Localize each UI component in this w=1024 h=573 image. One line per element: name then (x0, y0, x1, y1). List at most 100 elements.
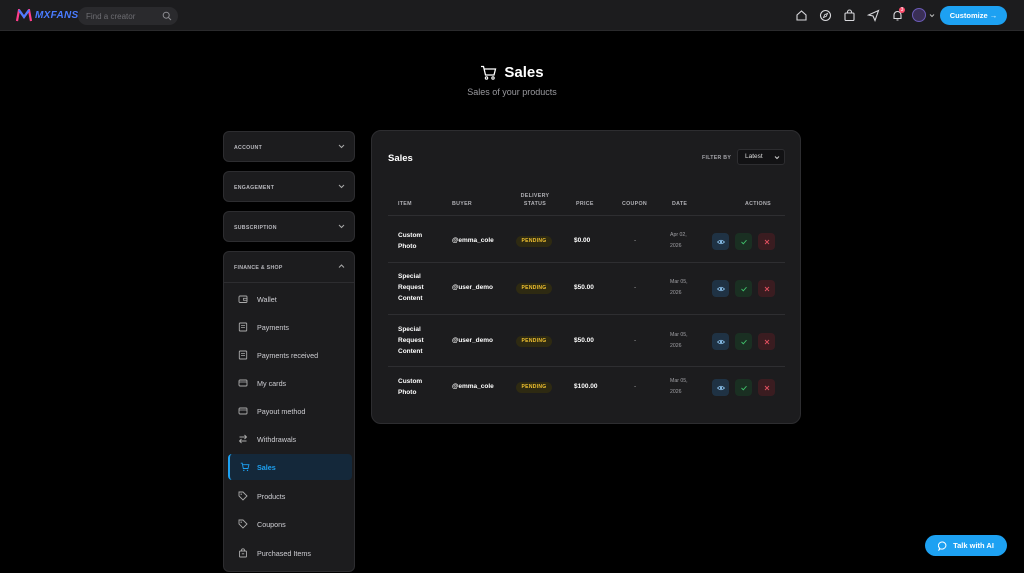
accordion-finance-shop: FINANCE & SHOP Wallet Payments Payments … (223, 251, 355, 572)
accordion-account[interactable]: ACCOUNT (223, 131, 355, 162)
column-header-line: DELIVERY (520, 193, 550, 199)
wallet-icon (238, 295, 248, 303)
card-icon (238, 407, 248, 415)
shop-bag-icon[interactable] (843, 9, 856, 22)
home-icon[interactable] (795, 9, 808, 22)
send-icon[interactable] (867, 9, 880, 22)
item-line: Special (398, 326, 421, 333)
date: Apr 02, 2026 (670, 230, 687, 252)
accordion-header[interactable]: FINANCE & SHOP (224, 252, 354, 283)
sidebar-item-payments[interactable]: Payments (228, 314, 352, 340)
buyer-handle[interactable]: @user_demo (452, 282, 493, 293)
table-row: Custom Photo @emma_cole PENDING $0.00 - A… (388, 218, 785, 266)
buyer-handle[interactable]: @emma_cole (452, 235, 494, 246)
avatar[interactable] (912, 8, 926, 22)
reject-button[interactable] (758, 379, 775, 396)
sidebar-item-withdrawals[interactable]: Withdrawals (228, 426, 352, 452)
compass-icon[interactable] (819, 9, 832, 22)
talk-with-ai-label: Talk with AI (953, 541, 994, 550)
sidebar-item-payout-method[interactable]: Payout method (228, 398, 352, 424)
approve-button[interactable] (735, 379, 752, 396)
sidebar-item-payments-received[interactable]: Payments received (228, 342, 352, 368)
accordion-label: ENGAGEMENT (234, 185, 275, 191)
filter-value: Latest (745, 153, 763, 160)
logo-m-icon (16, 9, 32, 22)
check-icon (740, 339, 747, 344)
item-line: Request (398, 284, 424, 291)
date-line: Apr 02, (670, 232, 687, 238)
bell-icon[interactable]: 3 (891, 7, 905, 22)
accordion-engagement[interactable]: ENGAGEMENT (223, 171, 355, 202)
tag-icon (238, 491, 248, 501)
date: Mar 05, 2026 (670, 277, 688, 299)
sidebar-item-wallet[interactable]: Wallet (228, 286, 352, 312)
sidebar-item-label: Payments received (257, 351, 319, 360)
reject-button[interactable] (758, 233, 775, 250)
date-line: Mar 05, (670, 279, 688, 285)
check-icon (740, 286, 747, 291)
column-header-date: DATE (672, 201, 688, 207)
chevron-down-icon (338, 224, 345, 229)
item-name: Special Request Content (398, 324, 424, 357)
item-line: Content (398, 348, 423, 355)
top-bar: MXFANS 3 Customize → (0, 0, 1024, 31)
view-button[interactable] (712, 379, 729, 396)
buyer-handle[interactable]: @emma_cole (452, 381, 494, 392)
date-line: 2026 (670, 290, 682, 296)
accordion-label: SUBSCRIPTION (234, 225, 277, 231)
divider (388, 314, 785, 315)
approve-button[interactable] (735, 333, 752, 350)
table-row: Custom Photo @emma_cole PENDING $100.00 -… (388, 365, 785, 413)
sidebar-item-coupons[interactable]: Coupons (228, 511, 352, 537)
sidebar-item-label: Wallet (257, 295, 277, 304)
close-icon (764, 339, 769, 344)
column-header-buyer: BUYER (452, 201, 473, 207)
accordion-subscription[interactable]: SUBSCRIPTION (223, 211, 355, 242)
tag-icon (238, 519, 248, 529)
item-line: Photo (398, 243, 417, 250)
chevron-down-icon (338, 144, 345, 149)
approve-button[interactable] (735, 233, 752, 250)
sidebar-item-purchased-items[interactable]: Purchased Items (228, 540, 352, 566)
date-line: 2026 (670, 343, 682, 349)
customize-button[interactable]: Customize → (940, 6, 1007, 25)
view-button[interactable] (712, 233, 729, 250)
search-input[interactable] (86, 11, 162, 21)
view-button[interactable] (712, 333, 729, 350)
chevron-down-icon (774, 156, 780, 160)
filter-select[interactable]: Latest (737, 149, 785, 165)
coupon: - (634, 237, 637, 244)
reject-button[interactable] (758, 333, 775, 350)
brand-logo[interactable]: MXFANS (16, 9, 78, 22)
price: $0.00 (574, 237, 591, 244)
coupon: - (634, 337, 637, 344)
sidebar-item-label: Payout method (257, 407, 306, 416)
notification-badge: 3 (899, 7, 905, 13)
talk-with-ai-button[interactable]: Talk with AI (925, 535, 1007, 556)
sidebar-item-sales[interactable]: Sales (228, 454, 352, 480)
chevron-down-icon[interactable] (929, 13, 935, 18)
view-button[interactable] (712, 280, 729, 297)
item-name: Custom Photo (398, 230, 422, 252)
item-name: Special Request Content (398, 271, 424, 304)
buyer-handle[interactable]: @user_demo (452, 335, 493, 346)
sidebar-item-products[interactable]: Products (228, 483, 352, 509)
column-header-actions: ACTIONS (745, 201, 771, 207)
check-icon (740, 239, 747, 244)
sidebar-item-label: My cards (257, 379, 287, 388)
cart-icon (240, 462, 250, 472)
price: $50.00 (574, 284, 594, 291)
sidebar-item-label: Coupons (257, 520, 286, 529)
column-header-coupon: COUPON (622, 201, 648, 207)
date: Mar 05, 2026 (670, 376, 688, 398)
reject-button[interactable] (758, 280, 775, 297)
sales-card: Sales FILTER BY Latest ITEM BUYER DELIVE… (371, 130, 801, 424)
sidebar-item-my-cards[interactable]: My cards (228, 370, 352, 396)
search-icon[interactable] (162, 11, 172, 21)
sidebar-item-label: Withdrawals (257, 435, 297, 444)
search-box[interactable] (78, 7, 178, 25)
item-line: Content (398, 295, 423, 302)
eye-icon (716, 339, 725, 344)
approve-button[interactable] (735, 280, 752, 297)
date-line: 2026 (670, 389, 682, 395)
